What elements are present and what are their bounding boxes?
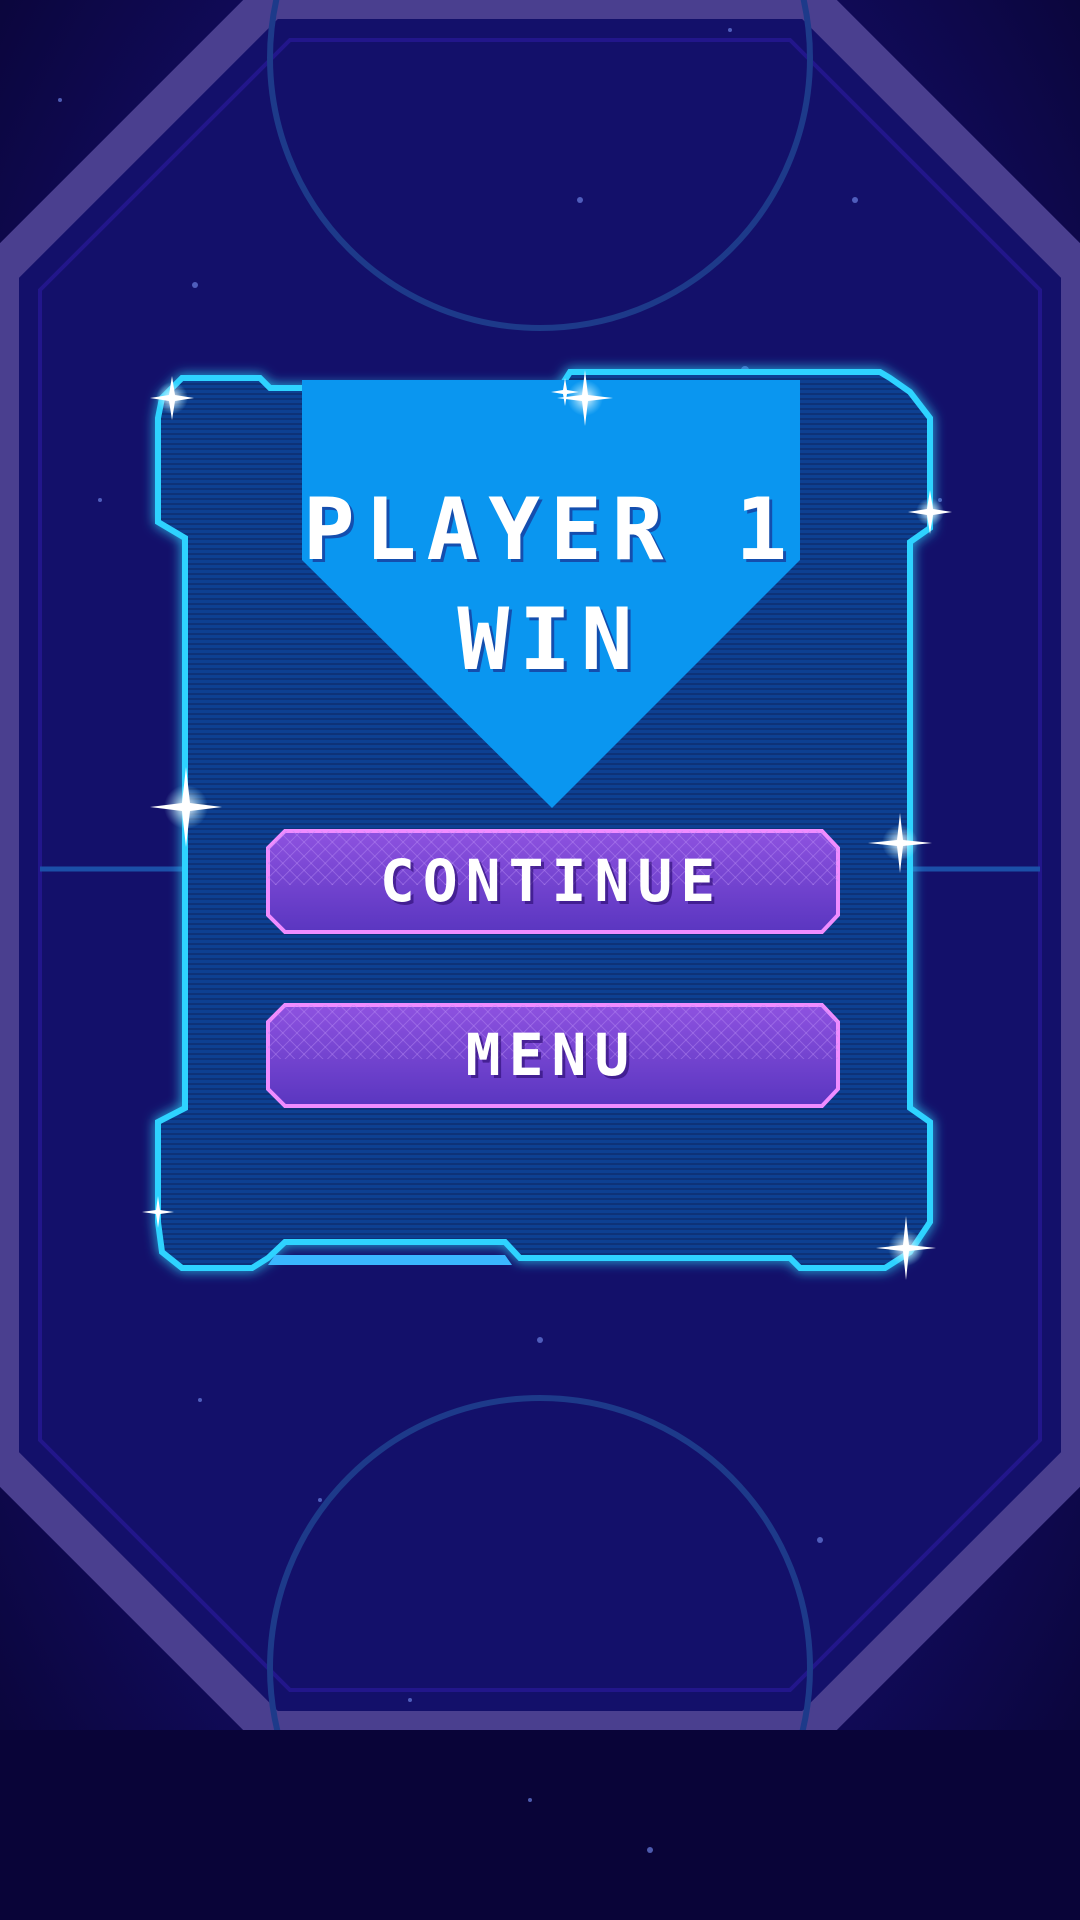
menu-button[interactable]: MENU [265, 1003, 838, 1106]
game-scene [0, 0, 1080, 1920]
continue-button-label: CONTINUE [379, 846, 724, 915]
continue-button[interactable]: CONTINUE [265, 829, 838, 932]
menu-button-label: MENU [465, 1020, 638, 1089]
